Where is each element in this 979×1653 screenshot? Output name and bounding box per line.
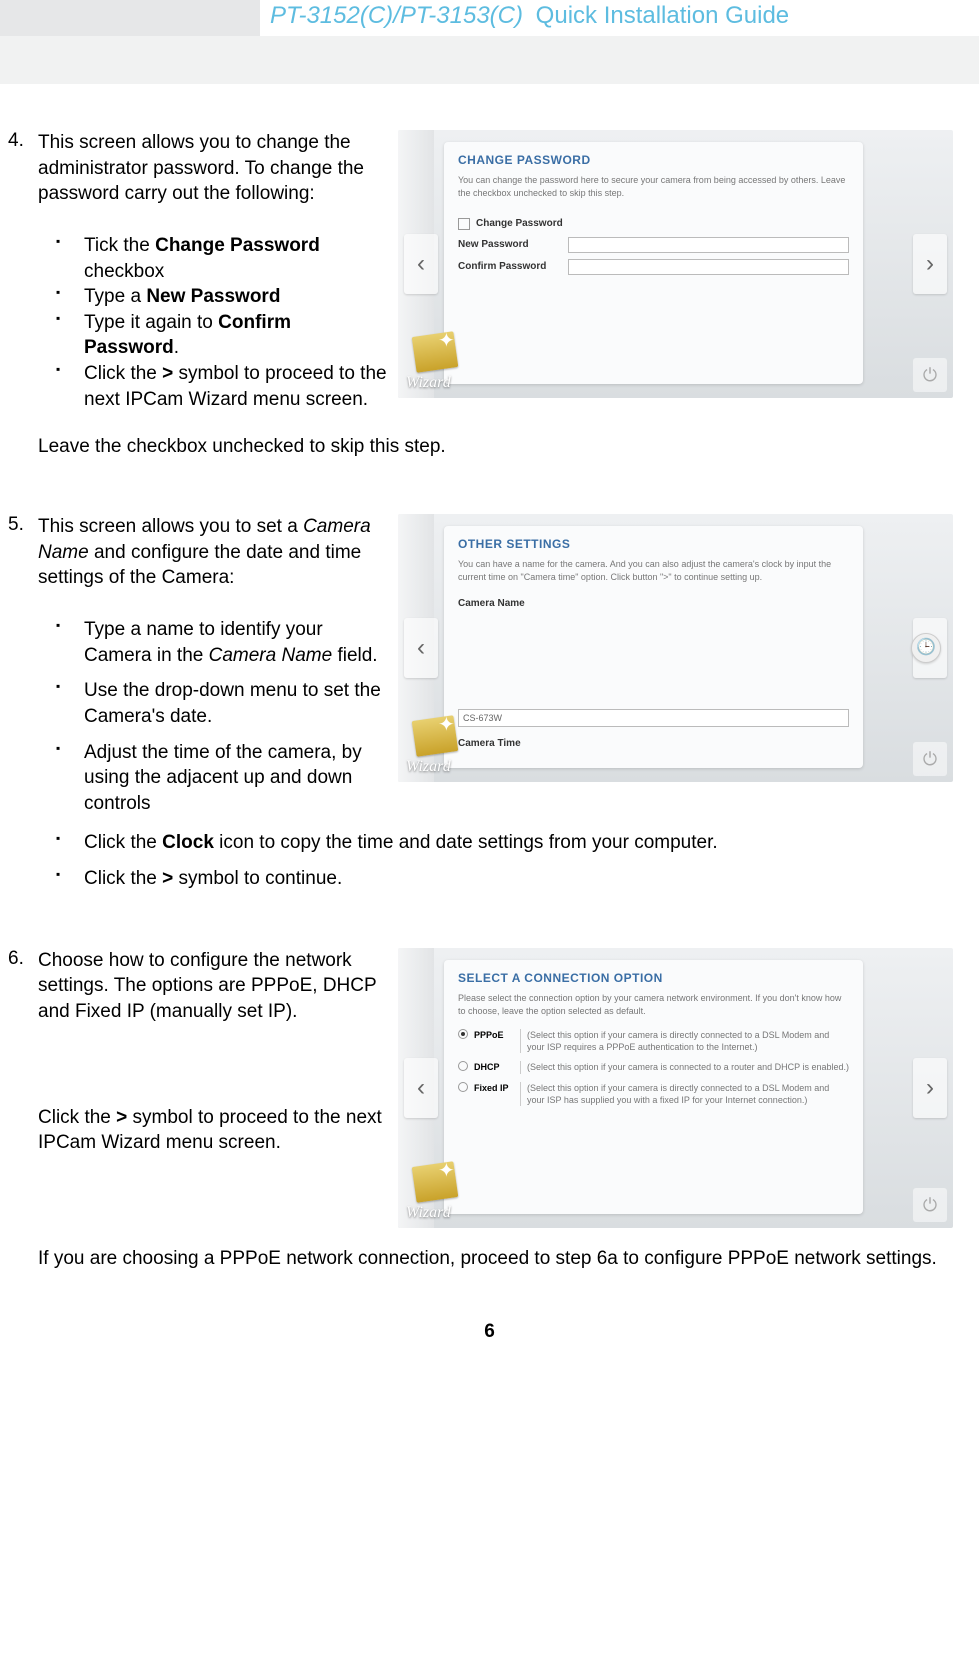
next-button[interactable]: › — [913, 1058, 947, 1118]
wizard-label: Wizard — [406, 756, 451, 778]
step-4-bullet-3: Type it again to Confirm Password. — [56, 310, 388, 361]
clock-button[interactable]: 🕒 — [911, 633, 941, 663]
header-bar: PT-3152(C)/PT-3153(C) Quick Installation… — [0, 0, 979, 36]
chevron-right-icon: › — [926, 248, 934, 280]
next-button[interactable]: › — [913, 234, 947, 294]
panel2-title: OTHER SETTINGS — [458, 536, 849, 552]
dhcp-label: DHCP — [474, 1061, 520, 1073]
step-4-after: Leave the checkbox unchecked to skip thi… — [38, 434, 971, 460]
option-pppoe[interactable]: PPPoE (Select this option if your camera… — [458, 1029, 849, 1053]
step-6-intro: Choose how to configure the network sett… — [38, 948, 388, 1025]
dhcp-desc: (Select this option if your camera is co… — [520, 1061, 849, 1073]
fixedip-label: Fixed IP — [474, 1082, 520, 1106]
option-dhcp[interactable]: DHCP (Select this option if your camera … — [458, 1061, 849, 1073]
step-4-bullet-2: Type a New Password — [56, 284, 388, 310]
confirm-password-input[interactable] — [568, 259, 849, 275]
prev-button[interactable]: ‹ — [404, 1058, 438, 1118]
step-5-bullet-5: Click the > symbol to continue. — [56, 866, 971, 892]
confirm-password-label: Confirm Password — [458, 260, 568, 274]
other-settings-panel: OTHER SETTINGS You can have a name for t… — [398, 514, 953, 782]
header-left-block — [0, 0, 260, 36]
power-icon: ⏻ — [923, 363, 937, 387]
header-sub-band — [0, 36, 979, 84]
radio-pppoe[interactable] — [458, 1029, 468, 1039]
wizard-label: Wizard — [406, 1202, 451, 1224]
guide-title: Quick Installation Guide — [536, 0, 789, 32]
step-4-bullet-1: Tick the Change Password checkbox — [56, 233, 388, 284]
step-5-bullet-4: Click the Clock icon to copy the time an… — [56, 830, 971, 856]
prev-button[interactable]: ‹ — [404, 234, 438, 294]
step-4-bullets: Tick the Change Password checkbox Type a… — [56, 233, 388, 412]
prev-button[interactable]: ‹ — [404, 618, 438, 678]
step-4: 4. This screen allows you to change the … — [8, 130, 971, 412]
change-password-checkbox[interactable] — [458, 218, 470, 230]
panel3-desc: Please select the connection option by y… — [458, 992, 849, 1017]
panel1-desc: You can change the password here to secu… — [458, 174, 849, 199]
camera-name-label: Camera Name — [458, 597, 525, 707]
step-5-bullet-3: Adjust the time of the camera, by using … — [56, 740, 388, 817]
step-4-intro: This screen allows you to change the adm… — [38, 130, 388, 207]
step-6-after: If you are choosing a PPPoE network conn… — [38, 1246, 971, 1272]
step-5-bullets-lower: Click the Clock icon to copy the time an… — [56, 830, 971, 891]
new-password-input[interactable] — [568, 237, 849, 253]
change-password-panel: CHANGE PASSWORD You can change the passw… — [398, 130, 953, 398]
step-6-mid: Click the > symbol to proceed to the nex… — [38, 1105, 388, 1156]
chevron-left-icon: ‹ — [417, 1072, 425, 1104]
pppoe-desc: (Select this option if your camera is di… — [520, 1029, 849, 1053]
camera-name-input[interactable]: CS-673W — [458, 709, 849, 727]
step-5: 5. This screen allows you to set a Camer… — [8, 514, 971, 902]
change-password-label: Change Password — [476, 217, 849, 231]
header-title: PT-3152(C)/PT-3153(C) Quick Installation… — [260, 0, 979, 36]
panel2-desc: You can have a name for the camera. And … — [458, 558, 849, 583]
step-4-number: 4. — [8, 130, 38, 412]
chevron-right-icon: › — [926, 1072, 934, 1104]
page-number: 6 — [8, 1321, 971, 1343]
panel1-title: CHANGE PASSWORD — [458, 152, 849, 168]
power-icon: ⏻ — [923, 747, 937, 771]
new-password-label: New Password — [458, 238, 568, 252]
chevron-left-icon: ‹ — [417, 248, 425, 280]
power-button[interactable]: ⏻ — [913, 358, 947, 392]
option-fixedip[interactable]: Fixed IP (Select this option if your cam… — [458, 1082, 849, 1106]
step-6-number: 6. — [8, 948, 38, 1228]
step-4-bullet-4: Click the > symbol to proceed to the nex… — [56, 361, 388, 412]
wizard-badge: ✦ Wizard — [402, 1164, 474, 1224]
model-name: PT-3152(C)/PT-3153(C) — [270, 0, 523, 32]
pppoe-label: PPPoE — [474, 1029, 520, 1053]
wizard-label: Wizard — [406, 372, 451, 394]
step-5-bullets-upper: Type a name to identify your Camera in t… — [56, 617, 388, 816]
step-5-bullet-1: Type a name to identify your Camera in t… — [56, 617, 388, 668]
step-5-bullet-2: Use the drop-down menu to set the Camera… — [56, 678, 388, 729]
step-5-intro: This screen allows you to set a Camera N… — [38, 514, 388, 591]
power-button[interactable]: ⏻ — [913, 742, 947, 776]
fixedip-desc: (Select this option if your camera is di… — [520, 1082, 849, 1106]
connection-option-panel: SELECT A CONNECTION OPTION Please select… — [398, 948, 953, 1228]
power-button[interactable]: ⏻ — [913, 1188, 947, 1222]
radio-dhcp[interactable] — [458, 1061, 468, 1071]
panel3-title: SELECT A CONNECTION OPTION — [458, 970, 849, 986]
clock-icon: 🕒 — [916, 637, 936, 659]
step-5-number: 5. — [8, 514, 38, 902]
step-6: 6. Choose how to configure the network s… — [8, 948, 971, 1228]
wizard-badge: ✦ Wizard — [402, 334, 474, 394]
power-icon: ⏻ — [923, 1193, 937, 1217]
radio-fixedip[interactable] — [458, 1082, 468, 1092]
chevron-left-icon: ‹ — [417, 632, 425, 664]
wizard-badge: ✦ Wizard — [402, 718, 474, 778]
